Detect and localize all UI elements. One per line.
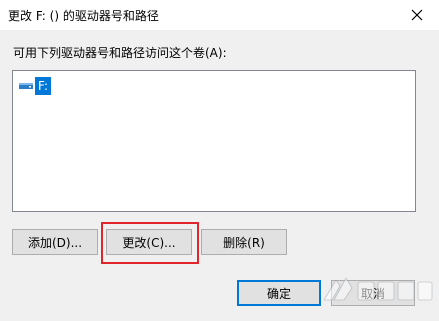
window-title: 更改 F: () 的驱动器号和路径 <box>8 9 159 23</box>
drive-icon <box>19 83 33 89</box>
add-button[interactable]: 添加(D)... <box>12 229 98 255</box>
close-button[interactable] <box>394 0 439 30</box>
listbox-description: 可用下列驱动器号和路径访问这个卷(A): <box>13 46 227 60</box>
list-item[interactable]: F: <box>19 77 52 95</box>
close-icon <box>411 9 422 21</box>
annotation-highlight-box <box>101 222 199 264</box>
list-item-label: F: <box>35 77 52 95</box>
watermark-logo <box>323 277 433 301</box>
drive-path-list[interactable]: F: <box>12 70 416 212</box>
delete-button[interactable]: 删除(R) <box>201 229 287 255</box>
title-bar: 更改 F: () 的驱动器号和路径 <box>0 0 439 30</box>
ok-button[interactable]: 确定 <box>237 280 321 306</box>
